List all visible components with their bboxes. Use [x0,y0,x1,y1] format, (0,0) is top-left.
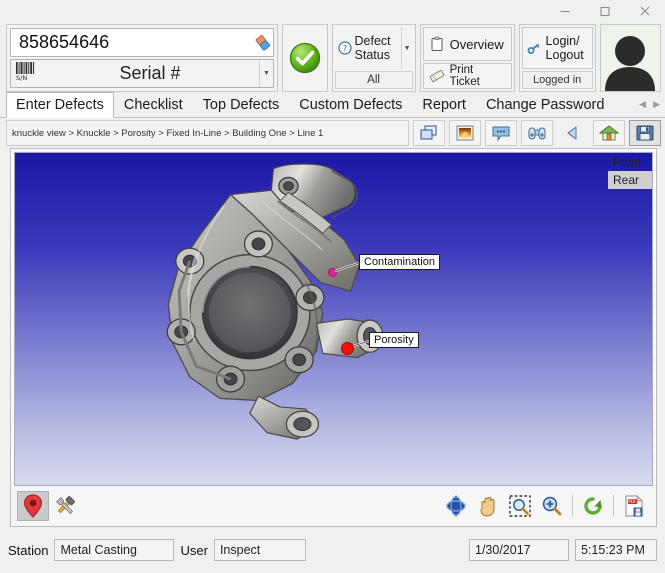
defect-filter-all[interactable]: All [334,71,413,89]
avatar[interactable] [599,24,661,92]
defect-status-label-line1: Defect [354,34,391,48]
tab-report[interactable]: Report [412,92,476,117]
defect-status-dropdown[interactable]: ▼ [400,27,413,69]
key-icon [526,40,542,56]
save-icon[interactable] [629,120,661,146]
back-arrow-icon[interactable] [557,120,589,146]
time-value: 5:15:23 PM [575,539,657,561]
overview-group: Overview Print Ticket [419,24,515,92]
defect-status-row: ? Defect Status ▼ [335,27,413,69]
status-ok-group [282,24,328,92]
tab-enter-defects[interactable]: Enter Defects [6,92,114,118]
minimize-button[interactable] [545,0,585,22]
station-value[interactable]: Metal Casting [54,539,175,561]
comment-icon[interactable] [485,120,517,146]
barcode-sn-icon: S/N [11,60,41,87]
svg-text:PDF: PDF [628,499,637,504]
defect-status-label-line2: Status [354,48,390,62]
serial-type-label: Serial # [119,63,181,83]
hand-pan-icon[interactable] [472,491,504,521]
print-ticket-button[interactable]: Print Ticket [422,63,512,89]
user-avatar-icon [605,36,656,91]
pdf-save-icon[interactable]: PDF [618,491,650,521]
ticket-icon [429,68,445,84]
zoom-box-icon[interactable] [504,491,536,521]
close-button[interactable] [625,0,665,22]
tab-top-defects[interactable]: Top Defects [193,92,290,117]
zoom-magnifier-icon[interactable] [536,491,568,521]
serial-group: S/N Serial # ▼ [6,24,278,92]
breadcrumb-toolbar-row: knuckle view > Knuckle > Porosity > Fixe… [0,118,665,148]
status-bar: Station Metal Casting User Inspect 1/30/… [0,527,665,573]
ribbon-toolbar: S/N Serial # ▼ [0,22,665,92]
overview-button[interactable]: Overview [422,27,512,61]
annotation-porosity[interactable]: Porosity [369,332,419,348]
login-group: Login/ Logout Logged in [518,24,596,92]
toolbar-separator-2 [613,495,614,517]
application-window: S/N Serial # ▼ [0,0,665,573]
station-label: Station [8,542,49,558]
tab-checklist[interactable]: Checklist [114,92,193,117]
tab-scroll-controls: ◀ ▶ [639,92,665,117]
defect-status-button[interactable]: ? Defect Status [335,27,401,69]
user-label: User [180,542,208,558]
title-bar [0,0,665,22]
login-logout-label: Login/ Logout [546,34,584,62]
login-label-line2: Logout [545,48,584,62]
serial-input-row [10,28,274,57]
maximize-button[interactable] [585,0,625,22]
question-mark-icon: ? [337,41,352,55]
rotate-3d-icon[interactable] [440,491,472,521]
image-icon[interactable] [449,120,481,146]
svg-text:S/N: S/N [16,74,27,82]
serial-type-combo[interactable]: S/N Serial # ▼ [10,59,274,88]
defect-status-group: ? Defect Status ▼ All [331,24,416,92]
annotation-contamination[interactable]: Contamination [359,254,440,270]
overview-label: Overview [449,36,504,52]
defect-marker-porosity[interactable] [341,342,354,355]
clipboard-icon [429,36,445,52]
defect-status-label: Defect Status [355,34,391,62]
user-value[interactable]: Inspect [213,539,306,561]
chevron-down-icon[interactable]: ▼ [259,60,273,87]
steering-knuckle-model[interactable] [15,153,652,485]
chevron-right-icon[interactable]: ▶ [653,99,660,110]
viewer-toolbar: PDF [11,486,656,526]
tools-icon[interactable] [49,491,81,521]
home-icon[interactable] [593,120,625,146]
windows-icon[interactable] [413,120,445,146]
date-value: 1/30/2017 [469,539,569,561]
serial-input[interactable] [17,31,253,54]
green-check-icon[interactable] [288,41,322,75]
login-state-label: Logged in [521,71,593,89]
login-logout-button[interactable]: Login/ Logout [521,27,593,69]
defect-marker-contamination[interactable] [328,268,337,277]
login-label-line1: Login/ [545,34,580,48]
print-ticket-label: Print Ticket [449,64,480,88]
eraser-icon[interactable] [253,33,273,53]
tab-custom-defects[interactable]: Custom Defects [289,92,412,117]
svg-text:?: ? [342,44,347,54]
toolbar-separator [572,495,573,517]
tab-change-password[interactable]: Change Password [476,92,615,117]
tab-bar: Enter Defects Checklist Top Defects Cust… [0,92,665,118]
3d-canvas[interactable]: Front Rear Contamination Porosity [14,152,653,486]
refresh-icon[interactable] [577,491,609,521]
chevron-left-icon[interactable]: ◀ [639,99,646,110]
binoculars-icon[interactable] [521,120,553,146]
viewer-panel: Front Rear Contamination Porosity PDF [10,148,657,527]
map-pin-icon[interactable] [17,491,49,521]
breadcrumb: knuckle view > Knuckle > Porosity > Fixe… [6,120,409,146]
